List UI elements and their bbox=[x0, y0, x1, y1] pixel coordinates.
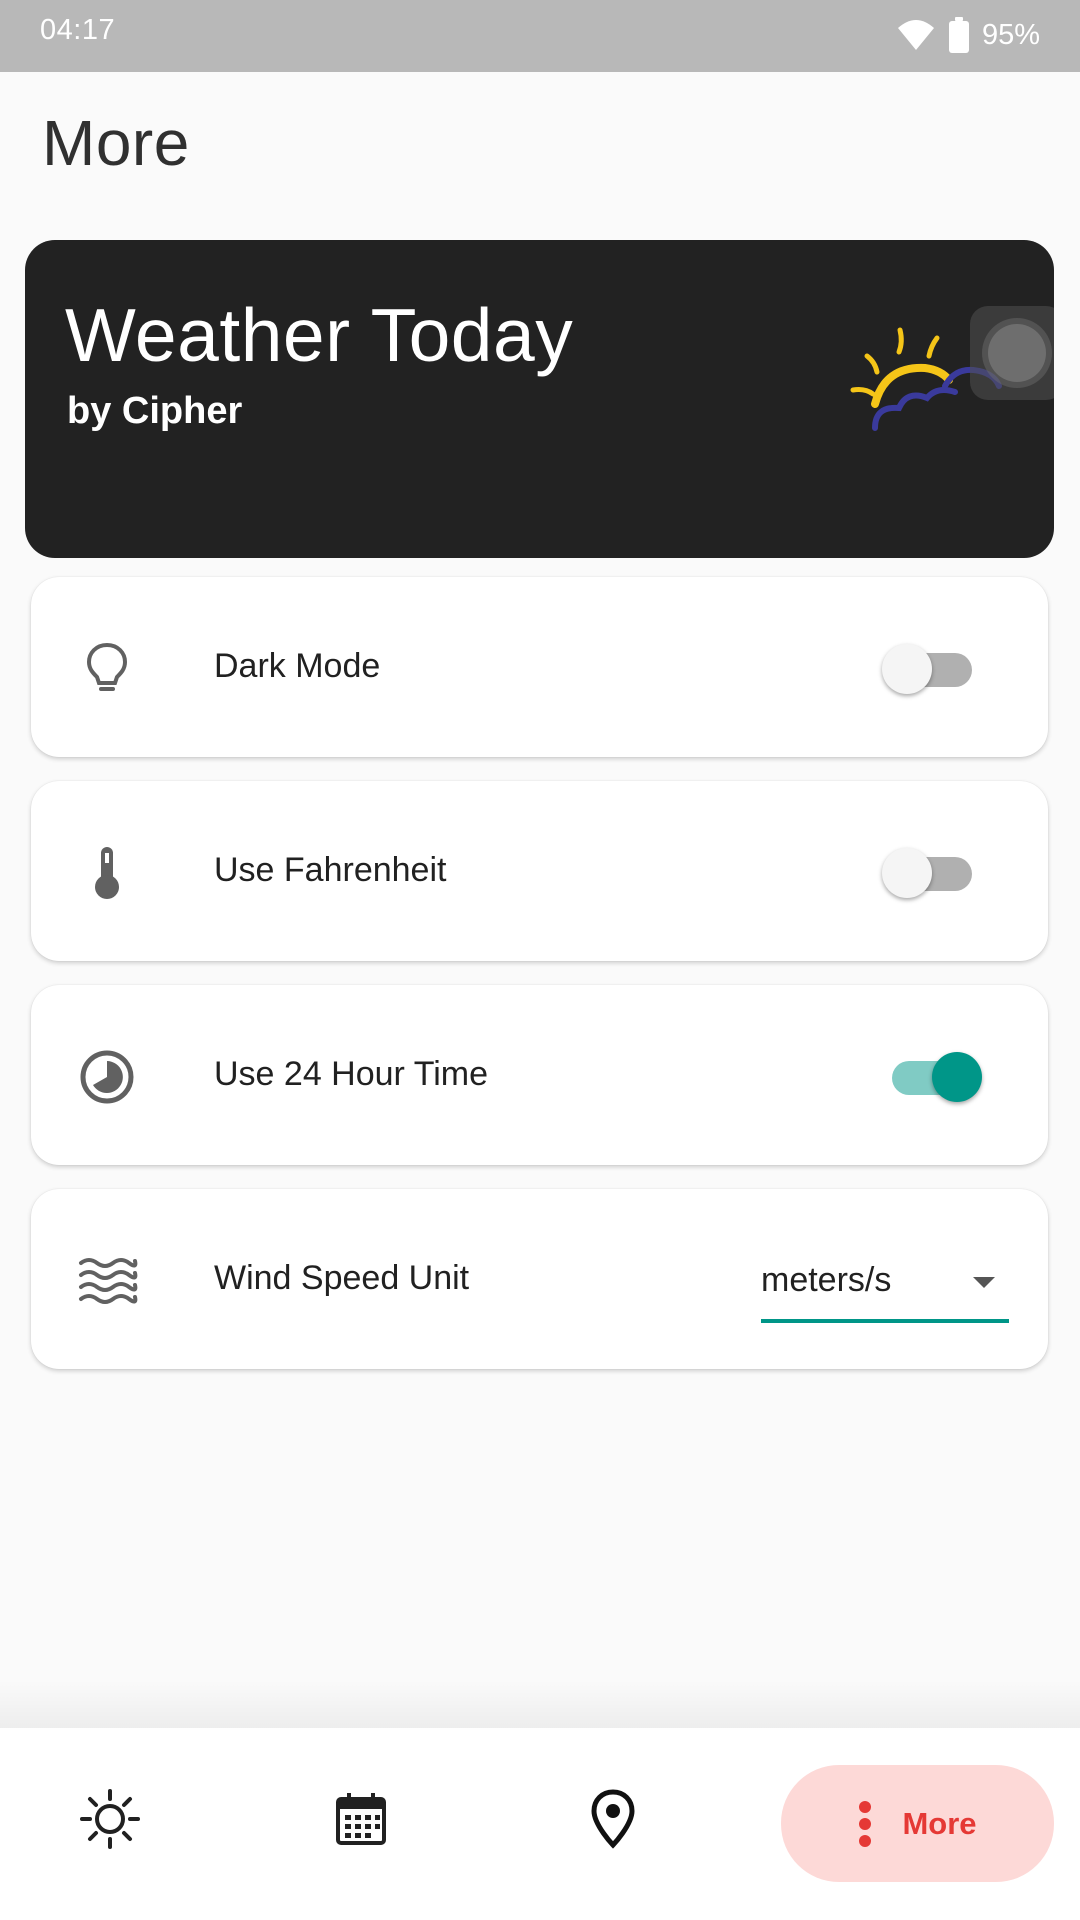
nav-more-label: More bbox=[902, 1805, 977, 1841]
status-bar: 04:17 95% bbox=[0, 0, 1080, 72]
wind-speed-unit-select[interactable]: meters/s bbox=[761, 1239, 1009, 1323]
thermometer-icon bbox=[95, 847, 119, 899]
battery-percent: 95% bbox=[981, 18, 1040, 51]
toggle-thumb bbox=[882, 644, 932, 694]
app-header-card: Weather Today by Cipher bbox=[25, 240, 1054, 558]
wifi-icon bbox=[897, 20, 934, 50]
hour24-label: Use 24 Hour Time bbox=[214, 1055, 488, 1093]
app-subtitle: by Cipher bbox=[67, 390, 243, 432]
setting-fahrenheit: Use Fahrenheit bbox=[31, 781, 1048, 961]
dropdown-arrow-icon bbox=[973, 1277, 995, 1288]
toggle-thumb bbox=[882, 848, 932, 898]
hour24-toggle[interactable] bbox=[882, 1044, 982, 1104]
sun-icon bbox=[80, 1789, 140, 1849]
clock-icon bbox=[80, 1050, 134, 1104]
page-title: More bbox=[42, 107, 190, 179]
nav-forecast[interactable] bbox=[301, 1764, 421, 1874]
setting-wind-speed-unit: Wind Speed Unit meters/s bbox=[31, 1189, 1048, 1369]
waves-icon bbox=[79, 1258, 138, 1304]
status-icons: 95% bbox=[896, 12, 1040, 58]
status-time: 04:17 bbox=[40, 14, 116, 46]
bottom-nav: More bbox=[0, 1728, 1080, 1920]
nav-more[interactable]: More bbox=[781, 1765, 1054, 1882]
lightbulb-icon bbox=[86, 642, 128, 691]
dark-mode-label: Dark Mode bbox=[214, 647, 381, 685]
setting-24-hour: Use 24 Hour Time bbox=[31, 985, 1048, 1165]
dark-mode-toggle[interactable] bbox=[882, 636, 982, 696]
fahrenheit-toggle[interactable] bbox=[882, 840, 982, 900]
setting-dark-mode: Dark Mode bbox=[31, 577, 1048, 757]
floating-handle-dot bbox=[988, 324, 1046, 382]
location-pin-icon bbox=[591, 1789, 635, 1849]
battery-icon bbox=[948, 17, 969, 53]
screen: 04:17 95% More Weather Today by Cipher D… bbox=[0, 0, 1080, 1920]
more-vert-icon bbox=[859, 1800, 872, 1847]
bottom-nav-shadow bbox=[0, 1680, 1080, 1728]
calendar-icon bbox=[336, 1793, 386, 1845]
app-name: Weather Today bbox=[65, 293, 574, 377]
wind-speed-unit-value: meters/s bbox=[761, 1261, 892, 1299]
floating-handle[interactable] bbox=[970, 306, 1054, 400]
wind-speed-label: Wind Speed Unit bbox=[214, 1259, 470, 1297]
fahrenheit-label: Use Fahrenheit bbox=[214, 851, 447, 889]
nav-today[interactable] bbox=[50, 1764, 170, 1874]
nav-location[interactable] bbox=[553, 1764, 673, 1874]
toggle-thumb bbox=[932, 1052, 982, 1102]
